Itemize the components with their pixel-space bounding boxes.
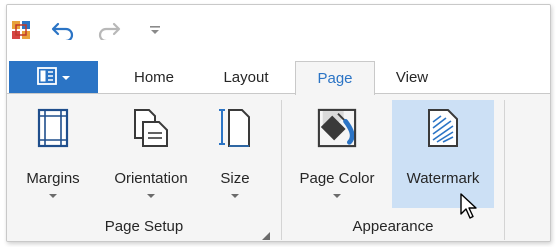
dialog-launcher-icon[interactable] — [261, 228, 271, 241]
group-divider — [504, 100, 505, 240]
page-size-icon — [215, 108, 255, 148]
page-color-label: Page Color — [299, 170, 375, 187]
mouse-cursor-icon — [459, 193, 479, 224]
size-label: Size — [220, 170, 250, 187]
chevron-down-icon — [147, 194, 155, 198]
app-grid-icon[interactable] — [9, 18, 33, 42]
orientation-button[interactable]: Orientation — [99, 100, 203, 208]
tab-view[interactable]: View — [379, 61, 445, 94]
page-color-button[interactable]: Page Color — [289, 100, 385, 208]
chevron-down-icon — [62, 75, 70, 80]
page-color-bucket-icon — [317, 108, 357, 148]
margins-label: Margins — [26, 170, 80, 187]
orientation-icon — [131, 108, 171, 148]
tab-layout[interactable]: Layout — [205, 61, 287, 94]
redo-arrow-icon[interactable] — [97, 18, 121, 42]
chevron-down-icon — [49, 194, 57, 198]
document-menu-icon — [37, 67, 57, 88]
page-setup-group-label: Page Setup — [104, 218, 184, 235]
watermark-icon — [423, 108, 463, 148]
file-menu-button[interactable] — [9, 61, 98, 94]
ribbon-tabs: Home Layout Page View — [7, 56, 550, 95]
quick-access-toolbar — [7, 5, 550, 56]
undo-arrow-icon[interactable] — [51, 18, 75, 42]
chevron-down-icon — [231, 194, 239, 198]
ribbon-window: Home Layout Page View Margins Orientatio… — [6, 4, 551, 242]
chevron-down-icon — [333, 194, 341, 198]
watermark-button[interactable]: Watermark — [392, 100, 494, 208]
page-setup-group: Margins Orientation Size Page Setup — [7, 94, 281, 241]
margins-button[interactable]: Margins — [13, 100, 93, 208]
size-button[interactable]: Size — [209, 100, 261, 208]
margins-icon — [33, 108, 73, 148]
orientation-label: Orientation — [114, 170, 188, 187]
customize-dropdown-icon[interactable] — [143, 18, 167, 42]
watermark-label: Watermark — [406, 170, 480, 187]
tab-page[interactable]: Page — [295, 61, 375, 95]
tab-home[interactable]: Home — [119, 61, 189, 94]
